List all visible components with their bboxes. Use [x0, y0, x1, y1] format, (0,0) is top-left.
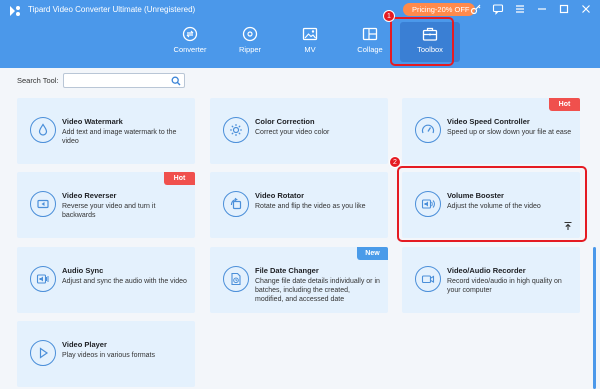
play-icon	[30, 340, 56, 366]
tool-card-audio-sync[interactable]: Audio Sync Adjust and sync the audio wit…	[17, 247, 195, 313]
pricing-button[interactable]: Pricing-20% OFF	[403, 3, 475, 16]
tool-title: Audio Sync	[62, 266, 104, 275]
window-controls	[470, 3, 592, 15]
toolbox-highlight	[390, 17, 454, 66]
collage-icon	[362, 26, 378, 42]
tool-description: Correct your video color	[255, 129, 330, 136]
step-1-marker: 1	[383, 10, 395, 22]
tool-card-file-date-changer[interactable]: New File Date Changer Change file date d…	[210, 247, 388, 313]
tab-label: MV	[304, 45, 316, 54]
tool-card-video-player[interactable]: Video Player Play videos in various form…	[17, 321, 195, 387]
search-label: Search Tool:	[17, 76, 59, 85]
converter-icon	[182, 26, 198, 42]
new-badge: New	[357, 247, 388, 260]
disc-icon	[242, 26, 258, 42]
tool-description: Play videos in various formats	[62, 352, 155, 359]
menu-icon[interactable]	[514, 3, 526, 15]
maximize-icon[interactable]	[558, 3, 570, 15]
tool-title: Video Reverser	[62, 191, 117, 200]
tool-title: Video Player	[62, 340, 107, 349]
camera-icon	[415, 266, 441, 292]
audio-sync-icon	[30, 266, 56, 292]
speedometer-icon	[415, 117, 441, 143]
window-title: Tipard Video Converter Ultimate (Unregis…	[28, 5, 196, 14]
watermark-drop-icon	[30, 117, 56, 143]
tab-label: Collage	[357, 45, 383, 54]
rotate-icon	[223, 191, 249, 217]
tool-title: Color Correction	[255, 117, 315, 126]
key-icon[interactable]	[470, 3, 482, 15]
tool-card-video-speed-controller[interactable]: Hot Video Speed Controller Speed up or s…	[402, 98, 580, 164]
tool-card-video-watermark[interactable]: Video Watermark Add text and image water…	[17, 98, 195, 164]
mv-image-icon	[302, 26, 318, 42]
minimize-icon[interactable]	[536, 3, 548, 15]
tab-ripper[interactable]: Ripper	[220, 22, 280, 62]
tool-title: Video Rotator	[255, 191, 305, 200]
tab-label: Ripper	[238, 45, 262, 54]
tool-card-video-audio-recorder[interactable]: Video/Audio Recorder Record video/audio …	[402, 247, 580, 313]
tool-title: Video Speed Controller	[447, 117, 530, 126]
tool-description: Change file date details individually or…	[255, 278, 380, 303]
hot-badge: Hot	[164, 172, 195, 185]
tool-description: Adjust and sync the audio with the video	[62, 278, 187, 285]
tool-description: Speed up or slow down your file at ease	[447, 129, 572, 136]
search-icon[interactable]	[171, 76, 181, 86]
chat-icon[interactable]	[492, 3, 504, 15]
volume-booster-highlight	[397, 166, 587, 242]
app-logo-icon	[8, 4, 22, 18]
tool-description: Record video/audio in high quality on yo…	[447, 278, 562, 294]
file-date-icon	[223, 266, 249, 292]
tool-title: File Date Changer	[255, 266, 319, 275]
tab-converter[interactable]: Converter	[160, 22, 220, 62]
tool-description: Rotate and flip the video as you like	[255, 203, 366, 210]
rewind-icon	[30, 191, 56, 217]
tab-mv[interactable]: MV	[280, 22, 340, 62]
tool-card-color-correction[interactable]: Color Correction Correct your video colo…	[210, 98, 388, 164]
step-2-marker: 2	[389, 156, 401, 168]
search-field	[63, 73, 185, 92]
tool-description: Add text and image watermark to the vide…	[62, 129, 177, 145]
app-header: Tipard Video Converter Ultimate (Unregis…	[0, 0, 600, 68]
pricing-label: Pricing-20% OFF	[412, 5, 470, 14]
tool-description: Reverse your video and turn it backwards	[62, 203, 156, 219]
search-input[interactable]	[64, 79, 164, 92]
tab-label: Converter	[173, 45, 207, 54]
tool-title: Video/Audio Recorder	[447, 266, 526, 275]
close-icon[interactable]	[580, 3, 592, 15]
tool-card-video-rotator[interactable]: Video Rotator Rotate and flip the video …	[210, 172, 388, 238]
sun-icon	[223, 117, 249, 143]
hot-badge: Hot	[549, 98, 580, 111]
vertical-scrollbar[interactable]	[593, 247, 596, 389]
tool-card-video-reverser[interactable]: Hot Video Reverser Reverse your video an…	[17, 172, 195, 238]
tool-title: Video Watermark	[62, 117, 123, 126]
